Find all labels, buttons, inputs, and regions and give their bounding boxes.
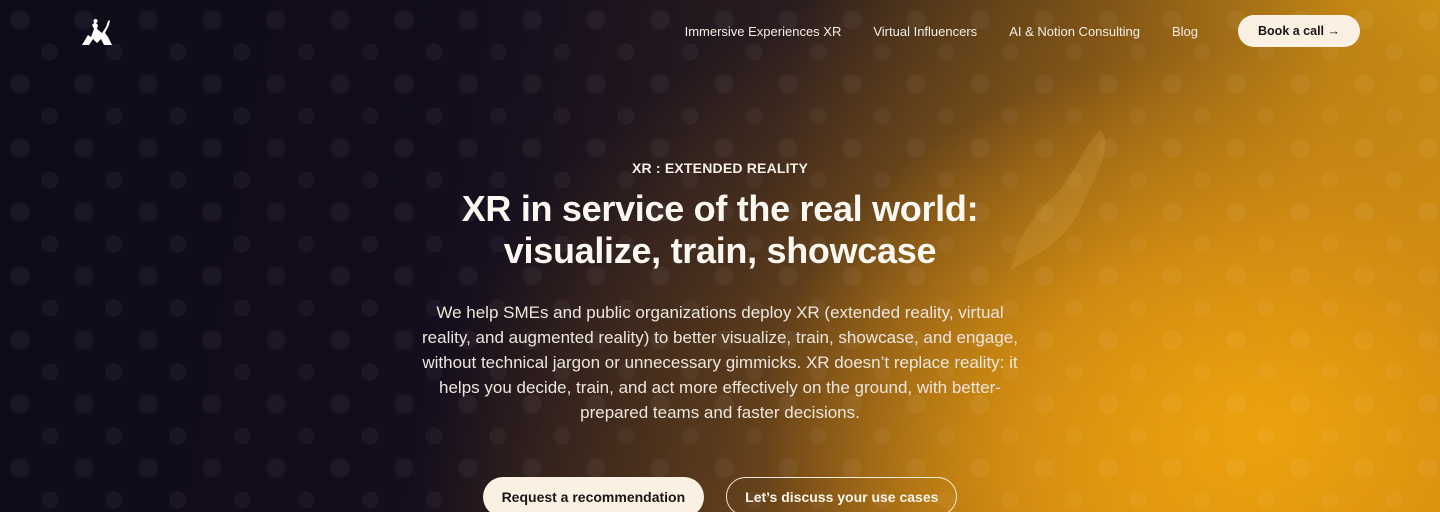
raised-hand-silhouette-icon xyxy=(1010,130,1106,270)
main-nav: Immersive Experiences XR Virtual Influen… xyxy=(685,15,1360,47)
nav-link-blog[interactable]: Blog xyxy=(1172,24,1198,39)
nav-link-virtual-influencers[interactable]: Virtual Influencers xyxy=(873,24,977,39)
request-recommendation-button[interactable]: Request a recommendation xyxy=(482,477,705,512)
site-header: Immersive Experiences XR Virtual Influen… xyxy=(0,0,1440,64)
hero-description: We help SMEs and public organizations de… xyxy=(422,303,1018,422)
nav-link-immersive-xr[interactable]: Immersive Experiences XR xyxy=(685,24,842,39)
logo-link[interactable] xyxy=(78,17,114,47)
hero-title-line-1: XR in service of the real world: xyxy=(461,188,979,229)
nav-link-ai-notion-consulting[interactable]: AI & Notion Consulting xyxy=(1009,24,1140,39)
knight-figure-logo-icon xyxy=(82,19,112,45)
book-call-button[interactable]: Book a call → xyxy=(1238,15,1360,47)
hero-title-line-2: visualize, train, showcase xyxy=(503,230,937,271)
hero-eyebrow: XR : EXTENDED REALITY xyxy=(631,160,809,176)
discuss-use-cases-button[interactable]: Let’s discuss your use cases xyxy=(726,477,958,512)
hero-cta-group: Request a recommendation Let’s discuss y… xyxy=(0,477,1440,512)
hero-title: XR in service of the real world: visuali… xyxy=(420,188,1020,272)
